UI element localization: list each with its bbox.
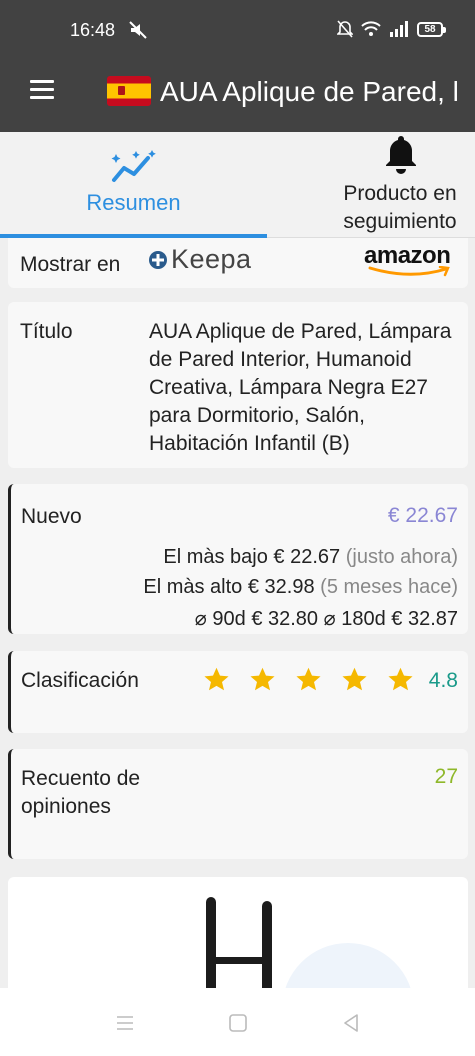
notification-off-icon <box>337 20 353 38</box>
title-label: Título <box>20 320 73 343</box>
avg180-label: ⌀ 180d <box>323 608 386 630</box>
tab-resumen-label: Resumen <box>86 190 181 215</box>
wifi-icon <box>361 21 381 36</box>
rating-stars <box>203 666 414 693</box>
show-in-card: Mostrar en Keepa amazon <box>8 238 468 288</box>
amazon-smile-icon <box>368 266 450 277</box>
star-icon <box>342 667 367 691</box>
review-count-label: Recuento de opiniones <box>21 767 141 818</box>
system-nav-bar <box>0 988 475 1056</box>
home-icon[interactable] <box>227 1012 249 1034</box>
average-price-row: ⌀ 90d € 32.80 ⌀ 180d € 32.87 <box>195 606 458 631</box>
lowest-price: € 22.67 <box>273 546 341 568</box>
page-title: AUA Aplique de Pared, l <box>160 76 459 107</box>
rating-label: Clasificación <box>21 669 139 692</box>
hamburger-menu-icon[interactable] <box>30 80 54 104</box>
highest-when: (5 meses hace) <box>320 576 458 598</box>
title-card: Título AUA Aplique de Pared, Lámpara de … <box>8 302 468 468</box>
rating-value: 4.8 <box>428 669 458 692</box>
keepa-link[interactable]: Keepa <box>171 244 252 275</box>
review-count-value: 27 <box>434 765 458 788</box>
highest-price-row: El màs alto € 32.98 (5 meses hace) <box>143 576 458 599</box>
keepa-logo-icon[interactable] <box>148 250 168 270</box>
tab-seguimiento-label: Producto en seguimiento <box>343 182 457 233</box>
tab-resumen[interactable]: Resumen <box>0 132 267 238</box>
avg90-price: € 32.80 <box>251 608 319 630</box>
star-icon <box>250 667 275 691</box>
status-time: 16:48 <box>70 20 116 40</box>
recent-apps-icon[interactable] <box>114 1012 136 1034</box>
lowest-label: El màs bajo <box>163 546 268 568</box>
new-price-card: Nuevo € 22.67 El màs bajo € 22.67 (justo… <box>8 484 468 634</box>
status-bar: 16:48 58 <box>0 0 475 60</box>
tab-bar: Resumen Producto en seguimiento <box>0 132 475 238</box>
battery-icon: 58 <box>417 21 446 37</box>
avg90-label: ⌀ 90d <box>194 608 246 630</box>
product-image[interactable] <box>8 877 468 997</box>
mute-icon <box>129 21 147 39</box>
lowest-when: (justo ahora) <box>345 546 458 568</box>
back-icon[interactable] <box>340 1012 362 1034</box>
spain-flag-icon <box>107 76 151 106</box>
lowest-price-row: El màs bajo € 22.67 (justo ahora) <box>163 546 458 569</box>
bell-icon <box>386 136 416 174</box>
trend-sparkle-icon <box>111 150 156 182</box>
signal-icon <box>390 21 408 37</box>
star-icon <box>388 667 413 691</box>
amazon-link[interactable]: amazon <box>364 242 456 278</box>
status-icons: 58 <box>337 20 446 38</box>
new-label: Nuevo <box>21 505 82 528</box>
tab-producto-en-seguimiento[interactable]: Producto en seguimiento <box>300 132 475 238</box>
amazon-logo-text: amazon <box>364 242 451 269</box>
review-count-card: Recuento de opiniones 27 <box>8 749 468 859</box>
avg180-price: € 32.87 <box>391 608 458 630</box>
highest-price: € 32.98 <box>247 576 315 598</box>
highest-label: El màs alto <box>143 576 243 598</box>
rating-card: Clasificación 4.8 <box>8 651 468 733</box>
product-image-card <box>8 877 468 997</box>
star-icon <box>296 667 321 691</box>
product-title: AUA Aplique de Pared, Lámpara de Pared I… <box>149 320 452 455</box>
new-current-price: € 22.67 <box>387 504 458 527</box>
app-bar: AUA Aplique de Pared, l <box>0 60 475 132</box>
star-icon <box>204 667 229 691</box>
show-in-label: Mostrar en <box>20 253 121 276</box>
